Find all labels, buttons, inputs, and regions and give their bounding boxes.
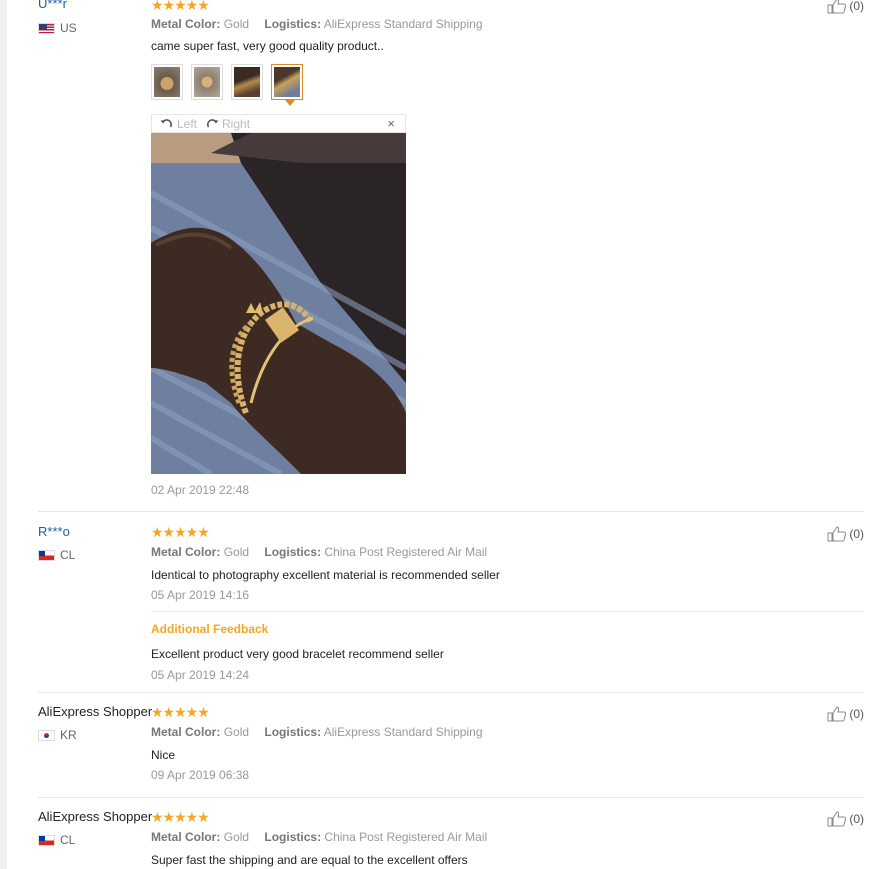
- additional-feedback-text: Excellent product very good bracelet rec…: [151, 647, 444, 661]
- review-2: R***o CL ★★★★★ Metal Color: Gold Logisti…: [38, 524, 864, 684]
- review-3: AliExpress Shopper KR ★★★★★ Metal Color:…: [38, 704, 864, 794]
- star-rating: ★★★★★: [151, 0, 210, 13]
- metal-color-key: Metal Color:: [151, 830, 221, 844]
- reviewer-name[interactable]: U***r: [38, 0, 67, 11]
- thumbs-up-icon: [827, 0, 847, 14]
- cl-flag-icon: [38, 549, 55, 561]
- cl-flag-icon: [38, 834, 55, 846]
- enlarged-review-photo: [151, 133, 406, 474]
- metal-color-value: Gold: [223, 545, 250, 559]
- photo-thumbnail-1[interactable]: [151, 64, 183, 100]
- star-rating: ★★★★★: [151, 524, 210, 540]
- metal-color-key: Metal Color:: [151, 545, 221, 559]
- helpful-count: (0): [849, 527, 864, 541]
- country-code: CL: [60, 548, 76, 562]
- review-text: Identical to photography excellent mater…: [151, 568, 500, 582]
- logistics-key: Logistics:: [264, 725, 322, 739]
- reviewer-name[interactable]: R***o: [38, 524, 70, 539]
- review-divider: [38, 692, 864, 693]
- country-code: KR: [60, 728, 77, 742]
- metal-color-key: Metal Color:: [151, 17, 221, 31]
- logistics-value: AliExpress Standard Shipping: [323, 725, 483, 739]
- review-date: 05 Apr 2019 14:16: [151, 588, 250, 602]
- metal-color-value: Gold: [223, 830, 250, 844]
- photo-thumbnail-2[interactable]: [191, 64, 223, 100]
- helpful-count: (0): [849, 0, 864, 13]
- review-divider: [38, 511, 864, 512]
- star-rating: ★★★★★: [151, 809, 210, 825]
- reviewer-name: AliExpress Shopper: [38, 809, 153, 824]
- left-page-border: [0, 0, 7, 869]
- review-4: AliExpress Shopper CL ★★★★★ Metal Color:…: [38, 809, 864, 869]
- reviewer-name: AliExpress Shopper: [38, 704, 153, 719]
- thumbs-up-icon: [827, 706, 847, 722]
- photo-thumbnail-3[interactable]: [231, 64, 263, 100]
- kr-flag-icon: [38, 729, 55, 741]
- metal-color-value: Gold: [223, 725, 250, 739]
- reviewer-country: KR: [38, 728, 77, 742]
- review-text: Nice: [151, 748, 176, 762]
- thumbs-up-icon: [827, 811, 847, 827]
- review-divider: [38, 797, 864, 798]
- helpful-button[interactable]: (0): [827, 0, 864, 14]
- helpful-button[interactable]: (0): [827, 811, 864, 827]
- additional-feedback-heading: Additional Feedback: [151, 622, 269, 636]
- rotate-left-icon: [160, 118, 173, 127]
- rotate-left-label: Left: [177, 116, 198, 131]
- rotate-left-button[interactable]: Left: [160, 117, 197, 131]
- helpful-button[interactable]: (0): [827, 706, 864, 722]
- logistics-value: China Post Registered Air Mail: [324, 545, 488, 559]
- rotate-right-icon: [206, 118, 219, 127]
- order-info: Metal Color: Gold Logistics: AliExpress …: [151, 17, 483, 31]
- thumbs-up-icon: [827, 526, 847, 542]
- review-date: 09 Apr 2019 06:38: [151, 768, 250, 782]
- logistics-key: Logistics:: [264, 17, 322, 31]
- reviewer-country: US: [38, 21, 77, 35]
- order-info: Metal Color: Gold Logistics: China Post …: [151, 830, 487, 844]
- logistics-key: Logistics:: [264, 830, 322, 844]
- reviewer-country: CL: [38, 833, 75, 847]
- helpful-count: (0): [849, 707, 864, 721]
- logistics-value: AliExpress Standard Shipping: [323, 17, 483, 31]
- order-info: Metal Color: Gold Logistics: AliExpress …: [151, 725, 483, 739]
- rotate-right-label: Right: [222, 116, 251, 131]
- review-text: Super fast the shipping and are equal to…: [151, 853, 468, 867]
- review-1: U***r US ★★★★★ Metal Color: Gold Logisti…: [38, 0, 864, 497]
- us-flag-icon: [38, 22, 55, 34]
- country-code: CL: [60, 833, 76, 847]
- review-date: 02 Apr 2019 22:48: [151, 483, 250, 497]
- photo-thumbnail-4-selected[interactable]: [271, 64, 303, 106]
- additional-feedback-divider: [151, 611, 864, 612]
- country-code: US: [60, 21, 77, 35]
- reviewer-country: CL: [38, 548, 75, 562]
- photo-viewer-toolbar: Left Right ×: [151, 114, 406, 133]
- close-viewer-icon[interactable]: ×: [387, 116, 395, 131]
- order-info: Metal Color: Gold Logistics: China Post …: [151, 545, 487, 559]
- review-photo-thumbnails: [151, 64, 303, 106]
- rotate-right-button[interactable]: Right: [205, 117, 250, 131]
- review-text: came super fast, very good quality produ…: [151, 39, 384, 53]
- helpful-count: (0): [849, 812, 864, 826]
- metal-color-key: Metal Color:: [151, 725, 221, 739]
- logistics-value: China Post Registered Air Mail: [324, 830, 488, 844]
- additional-feedback-date: 05 Apr 2019 14:24: [151, 668, 250, 682]
- star-rating: ★★★★★: [151, 704, 210, 720]
- logistics-key: Logistics:: [264, 545, 322, 559]
- metal-color-value: Gold: [223, 17, 250, 31]
- helpful-button[interactable]: (0): [827, 526, 864, 542]
